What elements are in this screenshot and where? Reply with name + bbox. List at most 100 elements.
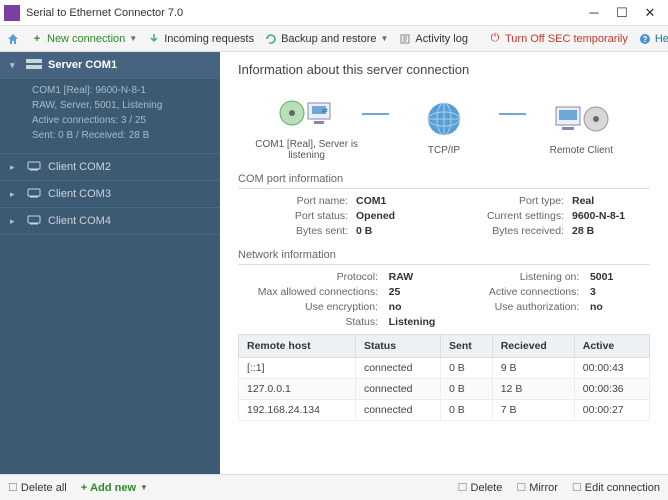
th-remote-host[interactable]: Remote host: [239, 335, 356, 358]
cell-sent: 0 B: [441, 358, 493, 379]
sidebar-item-client-com3[interactable]: ▸ Client COM3: [0, 181, 220, 208]
detail-line: COM1 [Real]: 9600-N-8-1: [32, 83, 210, 98]
mirror-button[interactable]: ☐ Mirror: [516, 481, 558, 494]
cell-recv: 9 B: [492, 358, 574, 379]
net-info-grid: Protocol: RAW Listening on: 5001 Max all…: [238, 271, 650, 328]
client-icon: [26, 161, 42, 173]
detail-line: Sent: 0 B / Received: 28 B: [32, 128, 210, 143]
table-row[interactable]: [::1] connected 0 B 9 B 00:00:43: [239, 358, 650, 379]
edit-icon: ☐: [572, 481, 582, 494]
backup-label: Backup and restore: [281, 33, 376, 45]
cell-status: connected: [355, 379, 440, 400]
home-button[interactable]: [6, 32, 20, 46]
home-icon: [6, 32, 20, 46]
cell-active: 00:00:36: [574, 379, 649, 400]
th-sent[interactable]: Sent: [441, 335, 493, 358]
chevron-right-icon: ▸: [10, 189, 20, 200]
help-button[interactable]: ? Help ▼: [638, 32, 668, 46]
edit-label: Edit connection: [585, 482, 660, 494]
diagram-node-label: Remote Client: [550, 145, 613, 156]
info-value: 0 B: [356, 225, 446, 237]
cell-sent: 0 B: [441, 379, 493, 400]
table-row[interactable]: 192.168.24.134 connected 0 B 7 B 00:00:2…: [239, 400, 650, 421]
mirror-label: Mirror: [529, 482, 558, 494]
app-icon: [4, 5, 20, 21]
info-value: 25: [389, 286, 449, 298]
th-status[interactable]: Status: [355, 335, 440, 358]
remote-hosts-table: Remote host Status Sent Recieved Active …: [238, 334, 650, 421]
turn-off-label: Turn Off SEC temporarily: [505, 33, 628, 45]
minimize-button[interactable]: ─: [580, 2, 608, 24]
cell-status: connected: [355, 358, 440, 379]
info-label: Protocol:: [238, 271, 378, 283]
sidebar-server-details: COM1 [Real]: 9600-N-8-1 RAW, Server, 500…: [0, 79, 220, 154]
sidebar-item-server-com1[interactable]: ▾ Server COM1: [0, 52, 220, 79]
log-icon: [398, 32, 412, 46]
activity-label: Activity log: [415, 33, 468, 45]
sidebar-item-label: Client COM4: [48, 215, 111, 227]
info-label: Use encryption:: [238, 301, 378, 313]
delete-icon: ☐: [458, 481, 468, 494]
refresh-icon: [264, 32, 278, 46]
info-value: COM1: [356, 195, 446, 207]
cell-status: connected: [355, 400, 440, 421]
page-heading: Information about this server connection: [238, 62, 650, 77]
sidebar-item-client-com2[interactable]: ▸ Client COM2: [0, 154, 220, 181]
info-label: Max allowed connections:: [238, 286, 378, 298]
info-value: 9600-N-8-1: [572, 210, 652, 222]
info-label: Use authorization:: [459, 301, 579, 313]
help-icon: ?: [638, 32, 652, 46]
info-value: 5001: [590, 271, 650, 283]
info-label: Status:: [238, 316, 378, 328]
sidebar-item-label: Client COM2: [48, 161, 111, 173]
chevron-down-icon: ▼: [140, 483, 148, 492]
client-icon: [26, 188, 42, 200]
info-label: Current settings:: [454, 210, 564, 222]
turn-off-button[interactable]: ⏻ Turn Off SEC temporarily: [488, 32, 628, 46]
remote-client-icon: [551, 97, 611, 141]
incoming-label: Incoming requests: [164, 33, 254, 45]
content: Information about this server connection…: [220, 52, 668, 474]
detail-line: RAW, Server, 5001, Listening: [32, 98, 210, 113]
th-received[interactable]: Recieved: [492, 335, 574, 358]
new-connection-button[interactable]: + New connection ▼: [30, 32, 137, 46]
cell-host: 192.168.24.134: [239, 400, 356, 421]
info-value: Listening: [389, 316, 449, 328]
power-icon: ⏻: [488, 32, 502, 46]
sidebar-item-client-com4[interactable]: ▸ Client COM4: [0, 208, 220, 235]
table-row[interactable]: 127.0.0.1 connected 0 B 12 B 00:00:36: [239, 379, 650, 400]
edit-connection-button[interactable]: ☐ Edit connection: [572, 481, 660, 494]
chevron-down-icon: ▼: [129, 34, 137, 43]
plus-icon: +: [81, 482, 87, 494]
bottombar: ☐ Delete all + Add new ▼ ☐ Delete ☐ Mirr…: [0, 474, 668, 500]
incoming-requests-button[interactable]: Incoming requests: [147, 32, 254, 46]
titlebar: Serial to Ethernet Connector 7.0 ─ ☐ ✕: [0, 0, 668, 26]
add-new-button[interactable]: + Add new ▼: [81, 482, 148, 494]
info-value: Real: [572, 195, 652, 207]
backup-restore-button[interactable]: Backup and restore ▼: [264, 32, 388, 46]
th-active[interactable]: Active: [574, 335, 649, 358]
info-value: 3: [590, 286, 650, 298]
svg-text:?: ?: [642, 35, 647, 44]
info-value: no: [389, 301, 449, 313]
close-button[interactable]: ✕: [636, 2, 664, 24]
info-label: Bytes sent:: [238, 225, 348, 237]
info-value: no: [590, 301, 650, 313]
cell-active: 00:00:43: [574, 358, 649, 379]
delete-button[interactable]: ☐ Delete: [458, 481, 503, 494]
maximize-button[interactable]: ☐: [608, 2, 636, 24]
chevron-right-icon: ▸: [10, 162, 20, 173]
plus-icon: +: [30, 32, 44, 46]
incoming-icon: [147, 32, 161, 46]
activity-log-button[interactable]: Activity log: [398, 32, 468, 46]
client-icon: [26, 215, 42, 227]
main: ▾ Server COM1 COM1 [Real]: 9600-N-8-1 RA…: [0, 52, 668, 474]
delete-all-button[interactable]: ☐ Delete all: [8, 481, 67, 494]
info-label: Port type:: [454, 195, 564, 207]
chevron-down-icon: ▾: [10, 60, 20, 71]
new-connection-label: New connection: [47, 33, 125, 45]
info-label: Active connections:: [459, 286, 579, 298]
cell-host: [::1]: [239, 358, 356, 379]
com-port-icon: ⇄: [277, 91, 337, 135]
info-label: Port status:: [238, 210, 348, 222]
